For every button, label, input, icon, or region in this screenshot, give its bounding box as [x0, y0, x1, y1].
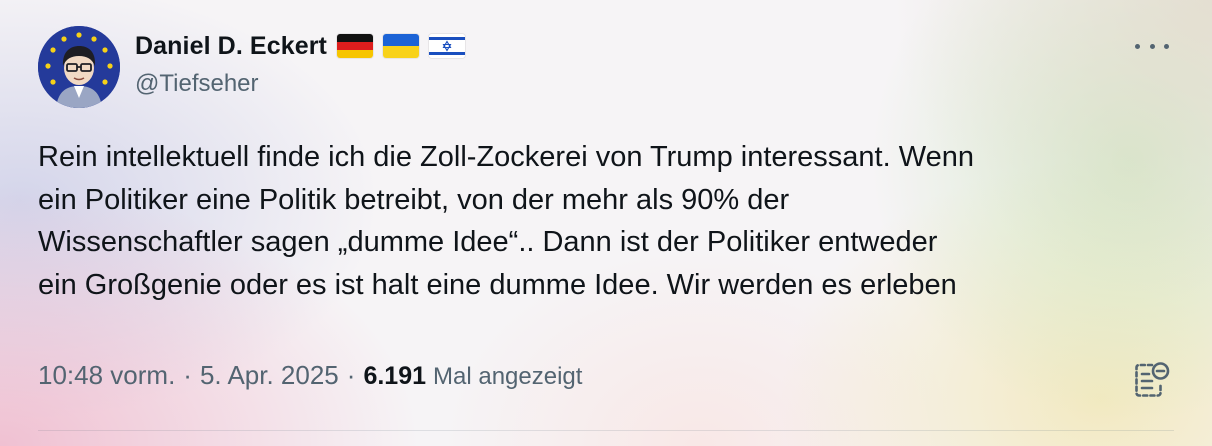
tweet-date[interactable]: 5. Apr. 2025: [200, 360, 339, 391]
community-notes-icon[interactable]: [1132, 360, 1172, 400]
avatar[interactable]: [38, 26, 120, 108]
tweet-text-line: ein Politiker eine Politik betreibt, von…: [38, 183, 790, 216]
tweet-meta: 10:48 vorm. · 5. Apr. 2025 · 6.191 Mal a…: [38, 360, 582, 391]
views-label: Mal angezeigt: [433, 363, 583, 390]
tweet-card: Daniel D. Eckert @Tiefseher Rein intelle…: [0, 0, 1212, 446]
tweet-text-line: Rein intellektuell finde ich die Zoll-Zo…: [38, 141, 974, 173]
more-options-icon[interactable]: [1135, 36, 1169, 56]
flag-emojis: [336, 34, 465, 58]
germany-flag-icon: [336, 34, 373, 58]
tweet-text-line: Wissenschaftler sagen „dumme Idee“.. Dan…: [38, 226, 938, 258]
tweet-time[interactable]: 10:48 vorm.: [38, 360, 175, 391]
author-row: Daniel D. Eckert: [135, 27, 465, 65]
israel-flag-icon: [428, 34, 465, 58]
avatar-image: [38, 26, 120, 108]
display-name[interactable]: Daniel D. Eckert: [135, 32, 327, 61]
tweet-text-line: ein Großgenie oder es ist halt eine dumm…: [38, 268, 957, 301]
views-count[interactable]: 6.191: [363, 362, 426, 391]
tweet-text: Rein intellektuell finde ich die Zoll-Zo…: [38, 136, 1178, 306]
user-handle[interactable]: @Tiefseher: [135, 70, 259, 98]
ukraine-flag-icon: [382, 34, 419, 58]
meta-separator: ·: [183, 360, 192, 390]
meta-separator: ·: [346, 360, 356, 390]
divider: [38, 430, 1174, 431]
